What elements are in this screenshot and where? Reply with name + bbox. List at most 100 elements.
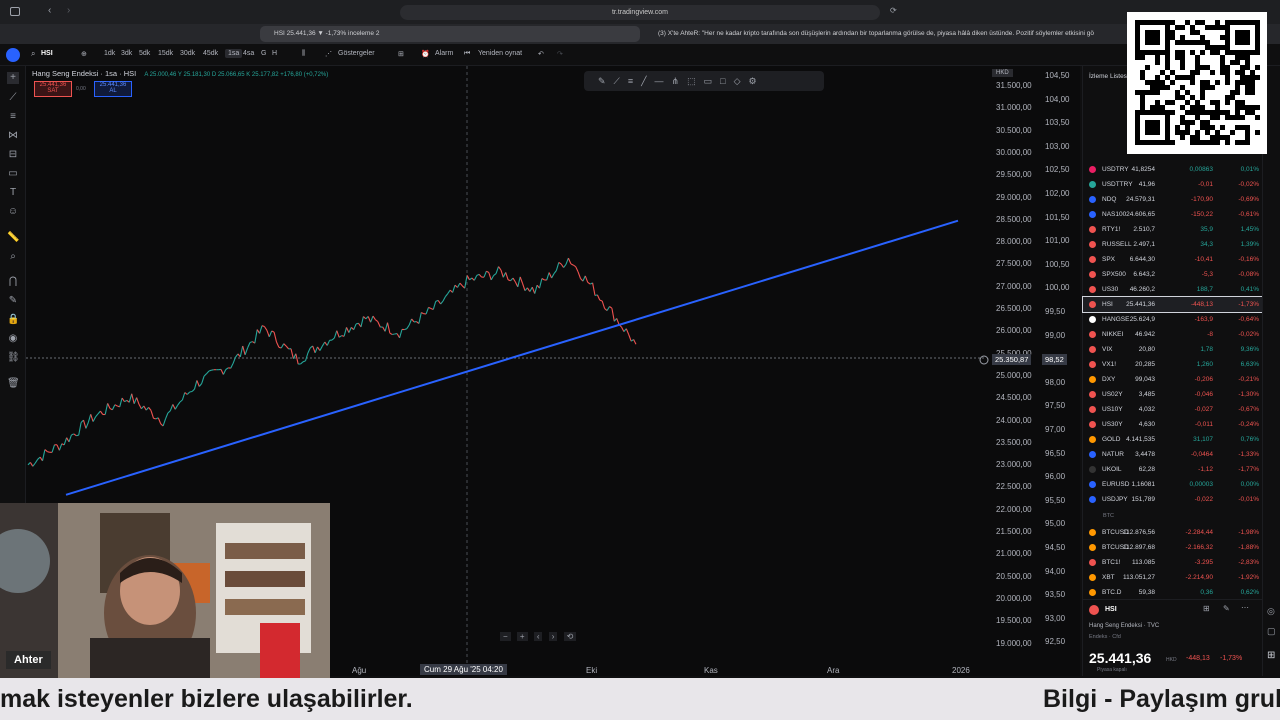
interval-45m[interactable]: 45dk xyxy=(203,50,218,57)
zoom-icon[interactable]: ⌕ xyxy=(7,251,19,263)
trendline-icon[interactable]: ⟋ xyxy=(7,92,19,104)
avatar[interactable] xyxy=(6,48,20,62)
indicators-button[interactable]: Göstergeler xyxy=(338,50,375,57)
interval-day[interactable]: G xyxy=(261,50,266,57)
line-icon[interactable]: ╱ xyxy=(641,76,654,86)
watchlist-row[interactable]: SPX500 6.643,2 -5,3 -0,08% xyxy=(1083,267,1263,282)
watchlist-row[interactable]: USDJPY 151,789 -0,022 -0,01% xyxy=(1083,492,1263,507)
chat-icon[interactable]: ▢ xyxy=(1267,626,1276,637)
watchlist-row[interactable]: HSI 25.441,36 -448,13 -1,73% xyxy=(1082,296,1264,313)
watchlist-row[interactable]: XBT 113.051,27 -2.214,90 -1,92% xyxy=(1083,570,1263,585)
magnet-icon[interactable]: ⋂ xyxy=(7,276,19,288)
zoom-out-icon[interactable]: − xyxy=(500,632,511,641)
watchlist-row[interactable]: US30 46.260,2 188,7 0,41% xyxy=(1083,282,1263,297)
currency-badge[interactable]: HKD xyxy=(992,69,1013,77)
fib-icon[interactable]: ≡ xyxy=(7,111,19,123)
trash-icon[interactable]: 🗑 xyxy=(7,378,20,390)
interval-1h[interactable]: 1sa xyxy=(225,49,243,58)
channel-icon[interactable]: ≡ xyxy=(628,76,641,86)
alert-button[interactable]: Alarm xyxy=(435,50,453,57)
watchlist-row[interactable]: VX1! 20,285 1,260 6,63% xyxy=(1083,357,1263,372)
watchlist-row[interactable]: NAS100 24.606,65 -150,22 -0,61% xyxy=(1083,207,1263,222)
buy-button[interactable]: 25.441,36 AL xyxy=(94,81,132,97)
layouts-icon[interactable]: ⊞ xyxy=(398,50,404,58)
text-icon[interactable]: T xyxy=(7,187,19,199)
path-icon[interactable]: ⬚ xyxy=(687,76,704,86)
pencil-lock-icon[interactable]: ✎ xyxy=(7,295,19,307)
eye-icon[interactable]: ◉ xyxy=(7,333,19,345)
pitchfork-icon[interactable]: ⋔ xyxy=(672,76,688,86)
interval-3m[interactable]: 3dk xyxy=(121,50,132,57)
marker-icon[interactable]: ◇ xyxy=(734,76,749,86)
zoom-in-icon[interactable]: + xyxy=(516,632,528,641)
interval-4h[interactable]: 4sa xyxy=(243,50,254,57)
undo-icon[interactable]: ↶ xyxy=(538,50,544,58)
alert-icon[interactable]: ⏰ xyxy=(421,50,430,58)
chart-type-icon[interactable]: ⫼ xyxy=(302,50,305,58)
watchlist-row[interactable]: BTCUSD 112.897,68 -2.166,32 -1,88% xyxy=(1083,540,1263,555)
reset-icon[interactable]: ⟲ xyxy=(563,632,577,641)
watchlist-row[interactable]: NATUR 3,4478 -0,0464 -1,33% xyxy=(1083,447,1263,462)
reload-icon[interactable]: ⟳ xyxy=(890,6,897,15)
watchlist-row[interactable]: HANGSE 25.624,9 -163,9 -0,64% xyxy=(1083,312,1263,327)
replay-icon[interactable]: ⏮ xyxy=(464,50,470,58)
note-icon[interactable]: ▭ xyxy=(704,76,721,86)
replay-button[interactable]: Yeniden oynat xyxy=(478,50,522,57)
link-icon[interactable]: ⛓ xyxy=(7,352,20,364)
icons-icon[interactable]: ☺ xyxy=(7,206,19,218)
cursor-icon[interactable]: + xyxy=(7,72,19,84)
shapes-icon[interactable]: ▭ xyxy=(7,168,19,180)
watchlist-row[interactable]: USDTTRY 41,96 -0,01 -0,02% xyxy=(1083,177,1263,192)
settings-icon[interactable]: ⚙ xyxy=(748,76,764,86)
search-icon[interactable]: ⌕ xyxy=(31,49,35,59)
apps-icon[interactable]: ⊞ xyxy=(1267,650,1275,661)
watchlist-row[interactable]: SPX 6.644,30 -10,41 -0,16% xyxy=(1083,252,1263,267)
detail-symbol[interactable]: HSI xyxy=(1105,606,1117,613)
watchlist-row[interactable]: USDTRY 41,8254 0,00863 0,01% xyxy=(1083,162,1263,177)
indicators-icon[interactable]: ⋰ xyxy=(325,50,332,58)
address-bar[interactable]: tr.tradingview.com xyxy=(400,5,880,20)
interval-week[interactable]: H xyxy=(272,50,277,57)
scroll-left-icon[interactable]: ‹ xyxy=(533,632,543,641)
interval-15m[interactable]: 15dk xyxy=(158,50,173,57)
rect-icon[interactable]: □ xyxy=(720,76,733,86)
scroll-right-icon[interactable]: › xyxy=(548,632,558,641)
watchlist-row[interactable]: EURUSD 1,16081 0,00003 0,00% xyxy=(1083,477,1263,492)
watchlist-row[interactable]: RTY1! 2.510,7 35,9 1,45% xyxy=(1083,222,1263,237)
interval-5m[interactable]: 5dk xyxy=(139,50,150,57)
back-icon[interactable]: ‹ xyxy=(48,5,51,16)
compare-icon[interactable]: ⊕ xyxy=(81,50,87,58)
watchlist-row[interactable]: US02Y 3,485 -0,046 -1,30% xyxy=(1083,387,1263,402)
pattern-icon[interactable]: ⋈ xyxy=(7,130,19,142)
redo-icon[interactable]: ↷ xyxy=(557,50,563,58)
forward-icon[interactable]: › xyxy=(67,5,70,16)
detail-edit-icon[interactable]: ✎ xyxy=(1223,604,1230,613)
watchlist-row[interactable]: UKOIL 62,28 -1,12 -1,77% xyxy=(1083,462,1263,477)
projection-icon[interactable]: ⊟ xyxy=(7,149,19,161)
watchlist-row[interactable]: US10Y 4,032 -0,027 -0,67% xyxy=(1083,402,1263,417)
watchlist-row[interactable]: VIX 20,80 1,78 9,36% xyxy=(1083,342,1263,357)
sidebar-toggle-icon[interactable] xyxy=(10,7,20,16)
hline-icon[interactable]: — xyxy=(655,76,672,86)
watchlist-row[interactable]: BTCUSD 112.876,56 -2.284,44 -1,98% xyxy=(1083,525,1263,540)
price-axis[interactable]: 31.500,00 31.000,00 30.500,00 30.000,00 29.5… xyxy=(986,66,1080,676)
interval-30m[interactable]: 30dk xyxy=(180,50,195,57)
symbol-search[interactable]: HSI xyxy=(41,50,53,57)
watchlist-row[interactable]: NIKKEI 46.942 -8 -0,02% xyxy=(1083,327,1263,342)
watchlist-row[interactable]: BTC1! 113.085 -3.295 -2,83% xyxy=(1083,555,1263,570)
watchlist-row[interactable]: NDQ 24.579,31 -170,90 -0,69% xyxy=(1083,192,1263,207)
ray-icon[interactable]: ⟋ xyxy=(614,76,628,86)
watchlist-row[interactable]: BTC.D 59,38 0,36 0,62% xyxy=(1083,585,1263,600)
lock-icon[interactable]: 🔒 xyxy=(7,314,19,326)
watchlist-row[interactable]: GOLD 4.141,535 31,107 0,76% xyxy=(1083,432,1263,447)
sell-button[interactable]: 25.441,36 SAT xyxy=(34,81,72,97)
watchlist-title[interactable]: İzleme Listesi xyxy=(1089,73,1128,80)
watchlist-icon[interactable]: ◎ xyxy=(1267,606,1275,617)
watchlist-row[interactable]: US30Y 4,630 -0,011 -0,24% xyxy=(1083,417,1263,432)
ruler-icon[interactable]: 📏 xyxy=(7,232,19,244)
browser-tab[interactable]: (3) X'te AhteR: "Her ne kadar kripto tar… xyxy=(652,26,1122,42)
interval-1m[interactable]: 1dk xyxy=(104,50,115,57)
watchlist-row[interactable]: DXY 99,043 -0,206 -0,21% xyxy=(1083,372,1263,387)
brush-icon[interactable]: ✎ xyxy=(598,76,614,86)
watchlist-row[interactable]: RUSSELL 2.497,1 34,3 1,39% xyxy=(1083,237,1263,252)
